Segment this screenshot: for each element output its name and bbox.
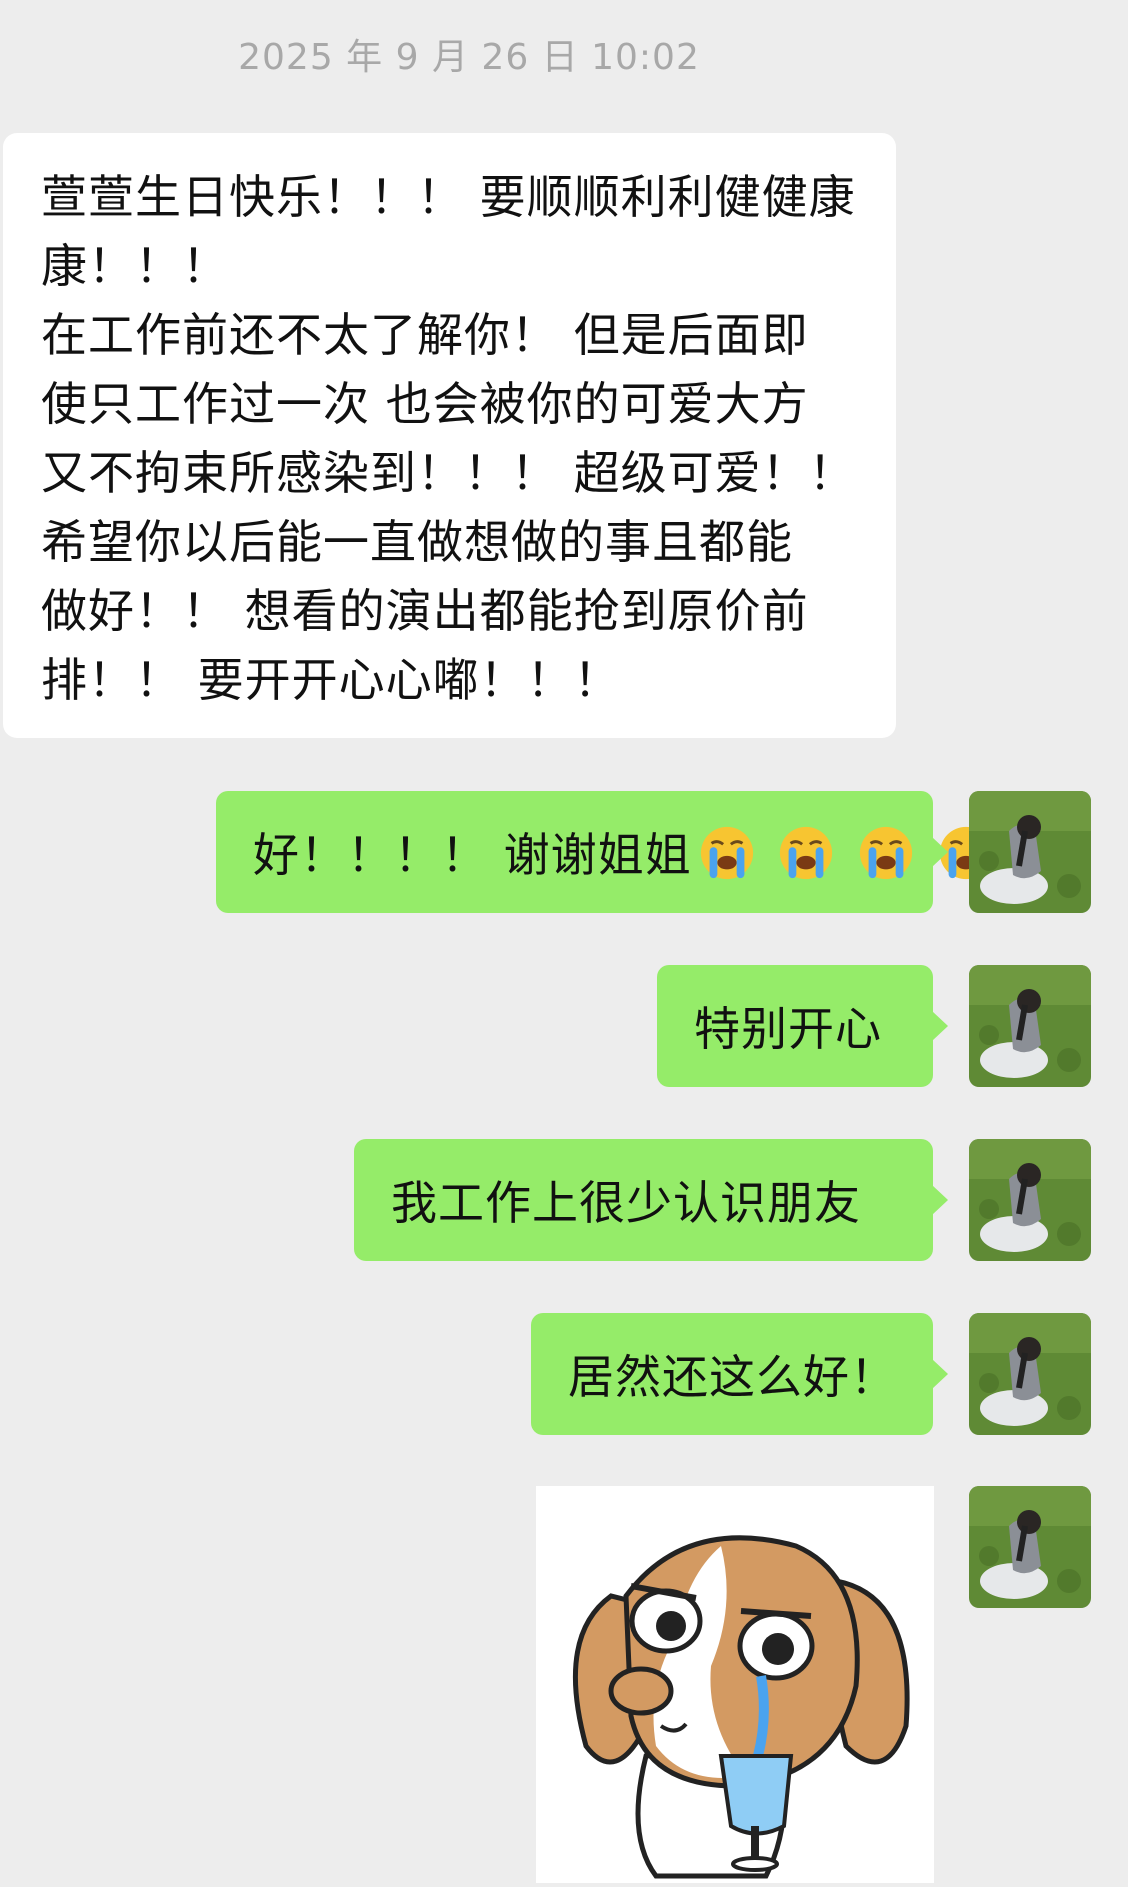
outgoing-message-bubble[interactable]: 居然还这么好！ [531,1313,948,1435]
chat-timestamp: 2025 年 9 月 26 日 10:02 [238,37,700,78]
avatar[interactable] [969,791,1091,913]
outgoing-message-bubble[interactable]: 特别开心 [657,965,948,1087]
loudly-crying-face-icon [780,826,833,879]
girl-on-grass-avatar-icon [969,1486,1091,1608]
incoming-message-bubble[interactable]: 萱萱生日快乐！！！ 要顺顺利利健健康 康！！！ 在工作前还不太了解你！ 但是后面… [3,133,896,738]
loudly-crying-face-icon [859,826,912,879]
incoming-message-line: 又不拘束所感染到！！！ 超级可爱！！ [41,446,856,500]
avatar[interactable] [969,965,1091,1087]
outgoing-message-text: 居然还这么好！ [568,1350,897,1404]
incoming-message-line: 康！！！ [41,239,229,293]
incoming-message-line: 排！！ 要开开心心嘟！！！ [41,653,621,707]
emoji-group [692,822,995,882]
incoming-message-line: 希望你以后能一直做想做的事且都能 [41,515,793,569]
crying-dog-sticker-icon [536,1486,934,1883]
outgoing-message-text: 特别开心 [694,1002,882,1056]
incoming-message-line: 做好！！ 想看的演出都能抢到原价前 [41,584,809,638]
incoming-message-line: 使只工作过一次 也会被你的可爱大方 [41,377,809,431]
bubble-tail [932,837,948,867]
bubble-tail [932,1011,948,1041]
girl-on-grass-avatar-icon [969,1139,1091,1261]
avatar[interactable] [969,1486,1091,1608]
girl-on-grass-avatar-icon [969,791,1091,913]
avatar[interactable] [969,1313,1091,1435]
girl-on-grass-avatar-icon [969,1313,1091,1435]
outgoing-message-bubble[interactable]: 好！！！！ 谢谢姐姐 [216,791,992,913]
outgoing-message-bubble[interactable]: 我工作上很少认识朋友 [354,1139,948,1261]
loudly-crying-face-icon [700,826,753,879]
incoming-message-line: 在工作前还不太了解你！ 但是后面即 [41,308,809,362]
outgoing-message-text: 我工作上很少认识朋友 [391,1176,861,1230]
bubble-tail [932,1359,948,1389]
outgoing-message-text: 好！！！！ 谢谢姐姐 [253,828,692,882]
sticker-message[interactable] [536,1486,934,1883]
avatar[interactable] [969,1139,1091,1261]
bubble-tail [932,1185,948,1215]
girl-on-grass-avatar-icon [969,965,1091,1087]
incoming-message-line: 萱萱生日快乐！！！ 要顺顺利利健健康 [41,170,856,224]
